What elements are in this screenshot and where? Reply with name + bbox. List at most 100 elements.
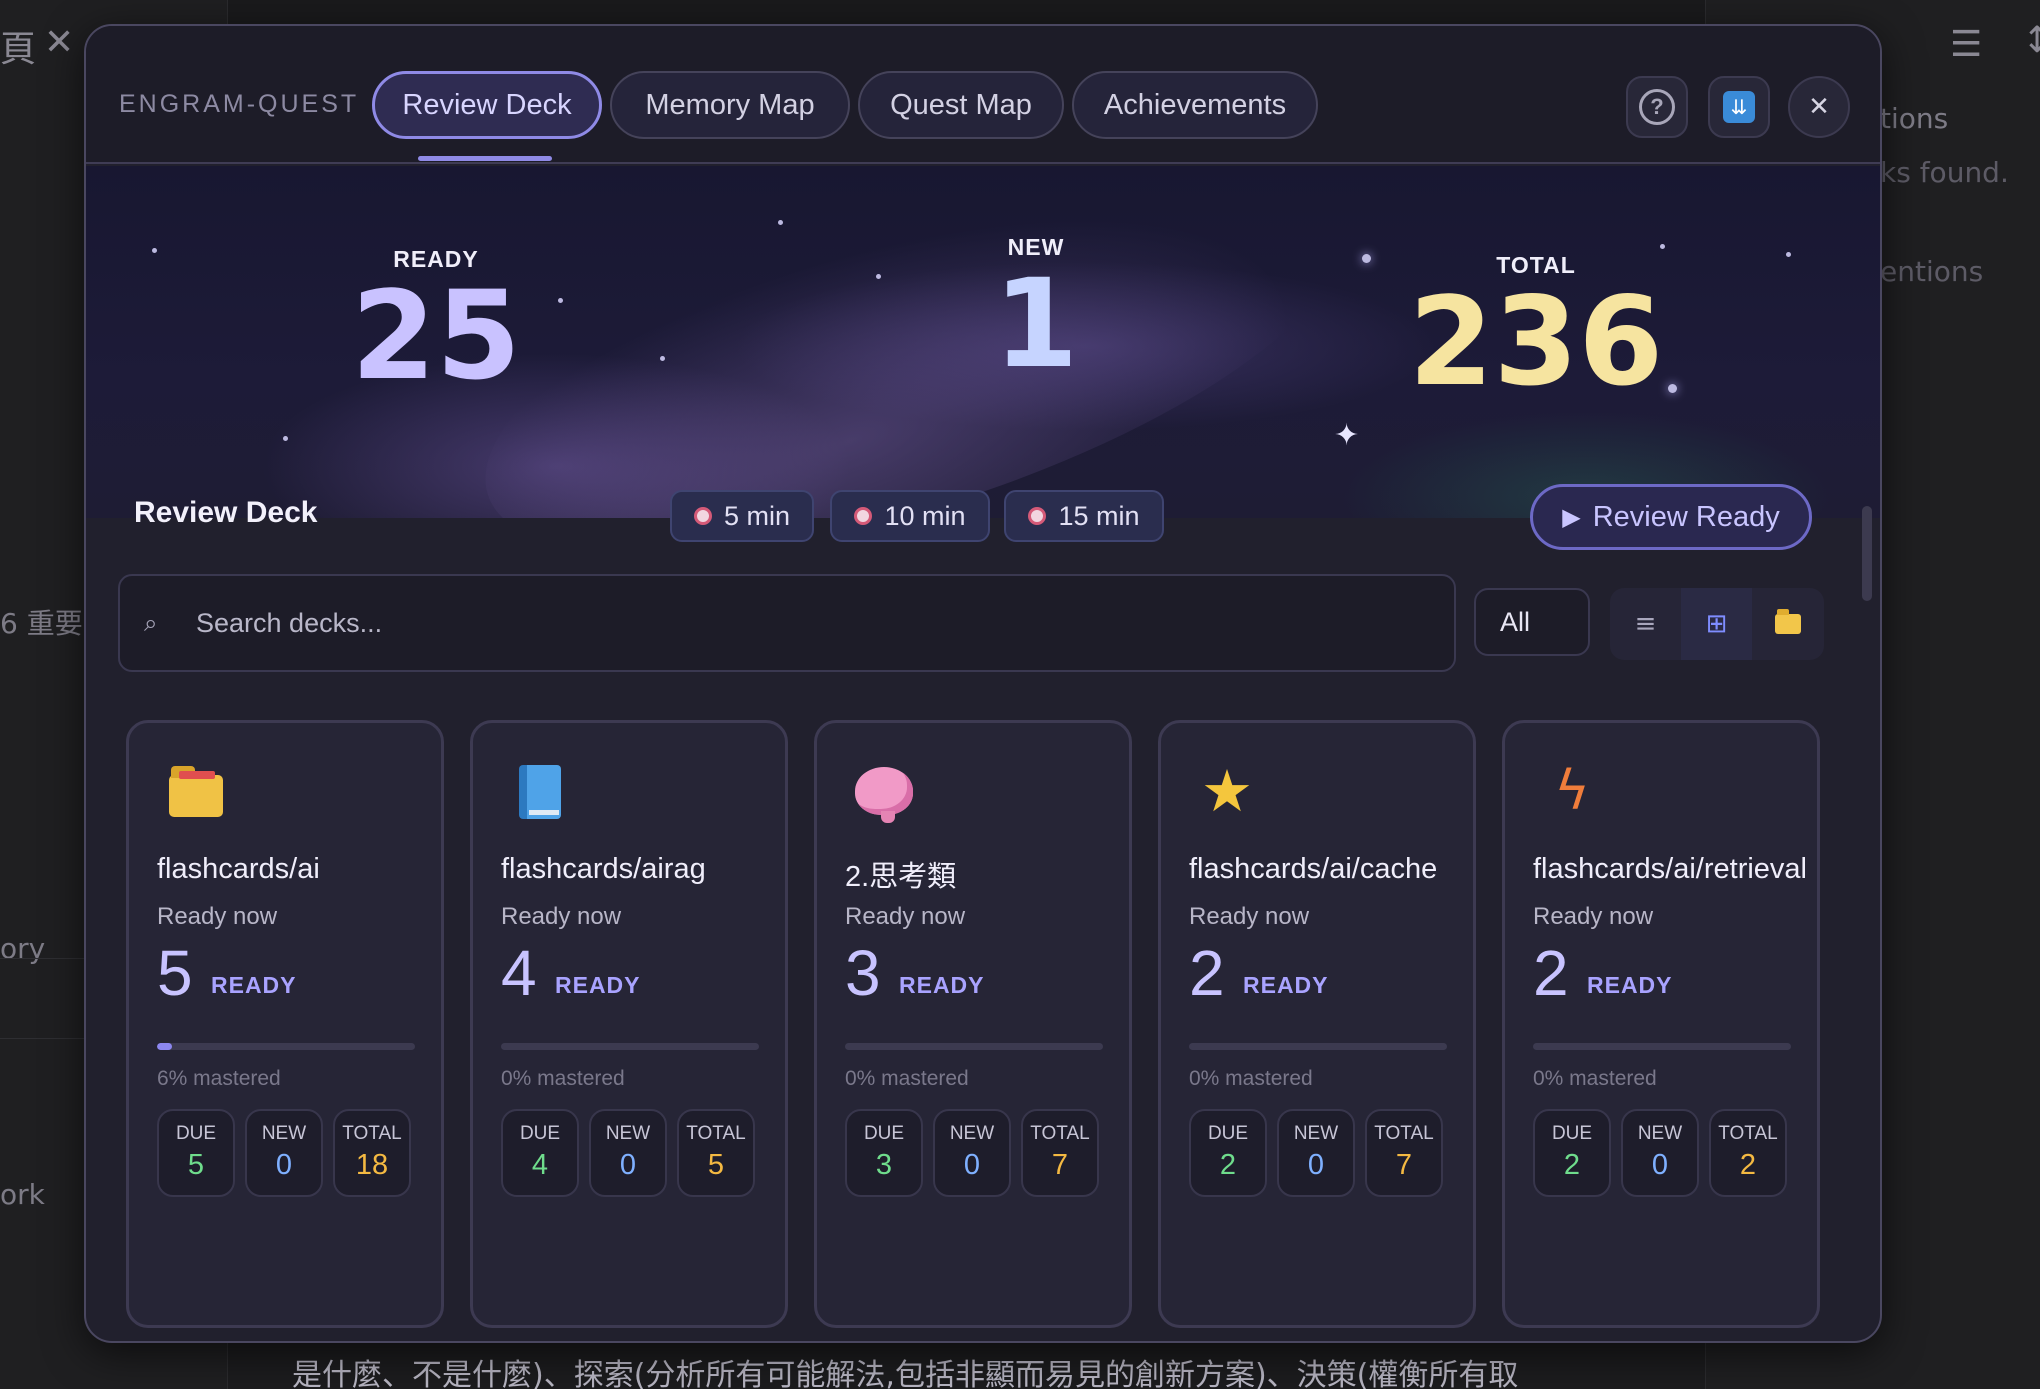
new-label: NEW	[605, 1123, 651, 1144]
mastery-progress-bar	[1189, 1043, 1447, 1050]
close-icon: ✕	[1808, 92, 1830, 122]
play-icon: ▶	[1562, 503, 1581, 531]
tab-review-deck[interactable]: Review Deck	[372, 71, 602, 139]
host-bottom-text: 是什麼、不是什麼)、探索(分析所有可能解法,包括非顯而易見的創新方案)、決策(權…	[292, 1358, 1519, 1389]
deck-new-stat: NEW 0	[589, 1109, 667, 1197]
time-chip-5-min[interactable]: 5 min	[670, 490, 814, 542]
grid-icon: ⊞	[1705, 609, 1728, 639]
list-view-button[interactable]: ≡	[1610, 588, 1681, 660]
host-divider	[0, 958, 84, 959]
deck-ready-count: 2	[1189, 937, 1225, 1009]
deck-due-stat: DUE 3	[845, 1109, 923, 1197]
host-left-text-3: ork	[0, 1178, 45, 1211]
deck-ready-label: READY	[211, 972, 297, 998]
scrollbar-thumb[interactable]	[1862, 506, 1872, 601]
total-label: TOTAL	[686, 1123, 746, 1144]
deck-status: Ready now	[845, 903, 966, 930]
alarm-clock-icon	[1028, 507, 1047, 525]
new-value: 0	[1651, 1149, 1669, 1181]
new-label: NEW	[949, 1123, 995, 1144]
help-button[interactable]: ?	[1626, 76, 1688, 138]
total-value: 7	[1395, 1149, 1413, 1181]
alarm-clock-icon	[693, 507, 712, 525]
deck-total-stat: TOTAL 7	[1021, 1109, 1099, 1197]
deck-card[interactable]: 2.思考類 Ready now 3 READY 0% mastered DUE …	[814, 720, 1132, 1328]
deck-total-stat: TOTAL 7	[1365, 1109, 1443, 1197]
deck-card[interactable]: flashcards/ai Ready now 5 READY 6% maste…	[126, 720, 444, 1328]
due-label: DUE	[863, 1123, 905, 1144]
time-chip-label: 5 min	[723, 500, 791, 531]
deck-status: Ready now	[1189, 903, 1310, 930]
mastery-progress-bar	[501, 1043, 759, 1050]
folder-view-button[interactable]	[1752, 588, 1823, 660]
total-label: TOTAL	[1374, 1123, 1434, 1144]
search-box: ⌕	[118, 574, 1456, 672]
due-label: DUE	[519, 1123, 561, 1144]
deck-bolt-icon: ϟ	[1554, 759, 1590, 822]
total-value: 18	[355, 1149, 389, 1181]
help-circle-icon: ?	[1639, 89, 1675, 125]
deck-status: Ready now	[157, 903, 278, 930]
mastery-progress-bar	[1533, 1043, 1791, 1050]
deck-status: Ready now	[501, 903, 622, 930]
host-list-icon[interactable]: ☰	[1950, 24, 1982, 65]
filter-select[interactable]: All	[1474, 588, 1590, 656]
mastered-text: 6% mastered	[157, 1067, 281, 1090]
star-decoration	[558, 298, 563, 303]
deck-card[interactable]: ϟ flashcards/ai/retrieval Ready now 2 RE…	[1502, 720, 1820, 1328]
deck-new-stat: NEW 0	[933, 1109, 1011, 1197]
new-value: 0	[1307, 1149, 1325, 1181]
tab-quest-map[interactable]: Quest Map	[858, 71, 1064, 139]
stat-new: NEW 1	[946, 234, 1126, 385]
deck-name: flashcards/ai/retrieval	[1533, 853, 1807, 885]
new-value: 0	[963, 1149, 981, 1181]
time-chip-label: 10 min	[884, 500, 966, 531]
close-button[interactable]: ✕	[1788, 76, 1850, 138]
due-label: DUE	[1551, 1123, 1593, 1144]
deck-ready-count: 2	[1533, 937, 1569, 1009]
deck-new-stat: NEW 0	[1621, 1109, 1699, 1197]
tab-achievements[interactable]: Achievements	[1072, 71, 1318, 139]
host-right-text-2: ks found.	[1880, 156, 2009, 189]
time-chip-15-min[interactable]: 15 min	[1004, 490, 1164, 542]
host-left-text-1: 6 重要	[0, 607, 83, 640]
review-ready-button[interactable]: ▶ Review Ready	[1530, 484, 1812, 550]
star-decoration	[152, 248, 157, 253]
download-button[interactable]: ⇊	[1708, 76, 1770, 138]
star-decoration	[778, 220, 783, 225]
stat-total: TOTAL 236	[1386, 252, 1686, 403]
sparkle-decoration: ✦	[1334, 418, 1360, 453]
due-label: DUE	[175, 1123, 217, 1144]
deck-due-stat: DUE 2	[1533, 1109, 1611, 1197]
new-value: 0	[275, 1149, 293, 1181]
mastered-text: 0% mastered	[1189, 1067, 1313, 1090]
list-icon: ≡	[1634, 609, 1657, 639]
star-decoration	[1362, 254, 1371, 263]
deck-card[interactable]: flashcards/airag Ready now 4 READY 0% ma…	[470, 720, 788, 1328]
deck-card[interactable]: ★ flashcards/ai/cache Ready now 2 READY …	[1158, 720, 1476, 1328]
deck-folder-icon	[165, 761, 225, 821]
new-label: NEW	[1637, 1123, 1683, 1144]
host-right-text-1: tions	[1880, 102, 1949, 135]
search-input[interactable]	[196, 593, 1454, 653]
deck-name: flashcards/ai/cache	[1189, 853, 1438, 885]
new-value: 0	[619, 1149, 637, 1181]
host-right-text-3: entions	[1880, 255, 1984, 288]
mastered-text: 0% mastered	[1533, 1067, 1657, 1090]
deck-ready-count: 4	[501, 937, 537, 1009]
due-value: 2	[1563, 1149, 1581, 1181]
deck-total-stat: TOTAL 2	[1709, 1109, 1787, 1197]
tab-memory-map[interactable]: Memory Map	[610, 71, 850, 139]
deck-ready-label: READY	[1243, 972, 1329, 998]
download-icon: ⇊	[1723, 91, 1755, 123]
new-label: NEW	[1293, 1123, 1339, 1144]
host-close-icon[interactable]: ✕	[44, 22, 74, 63]
time-chip-10-min[interactable]: 10 min	[830, 490, 990, 542]
section-title: Review Deck	[134, 496, 318, 529]
host-resize-icon[interactable]: ↕	[2022, 20, 2040, 61]
deck-ready-label: READY	[555, 972, 641, 998]
host-left-text-2: ory	[0, 932, 46, 965]
grid-view-button[interactable]: ⊞	[1681, 588, 1752, 660]
deck-ready-label: READY	[1587, 972, 1673, 998]
host-page-icon[interactable]: 頁	[0, 20, 36, 72]
